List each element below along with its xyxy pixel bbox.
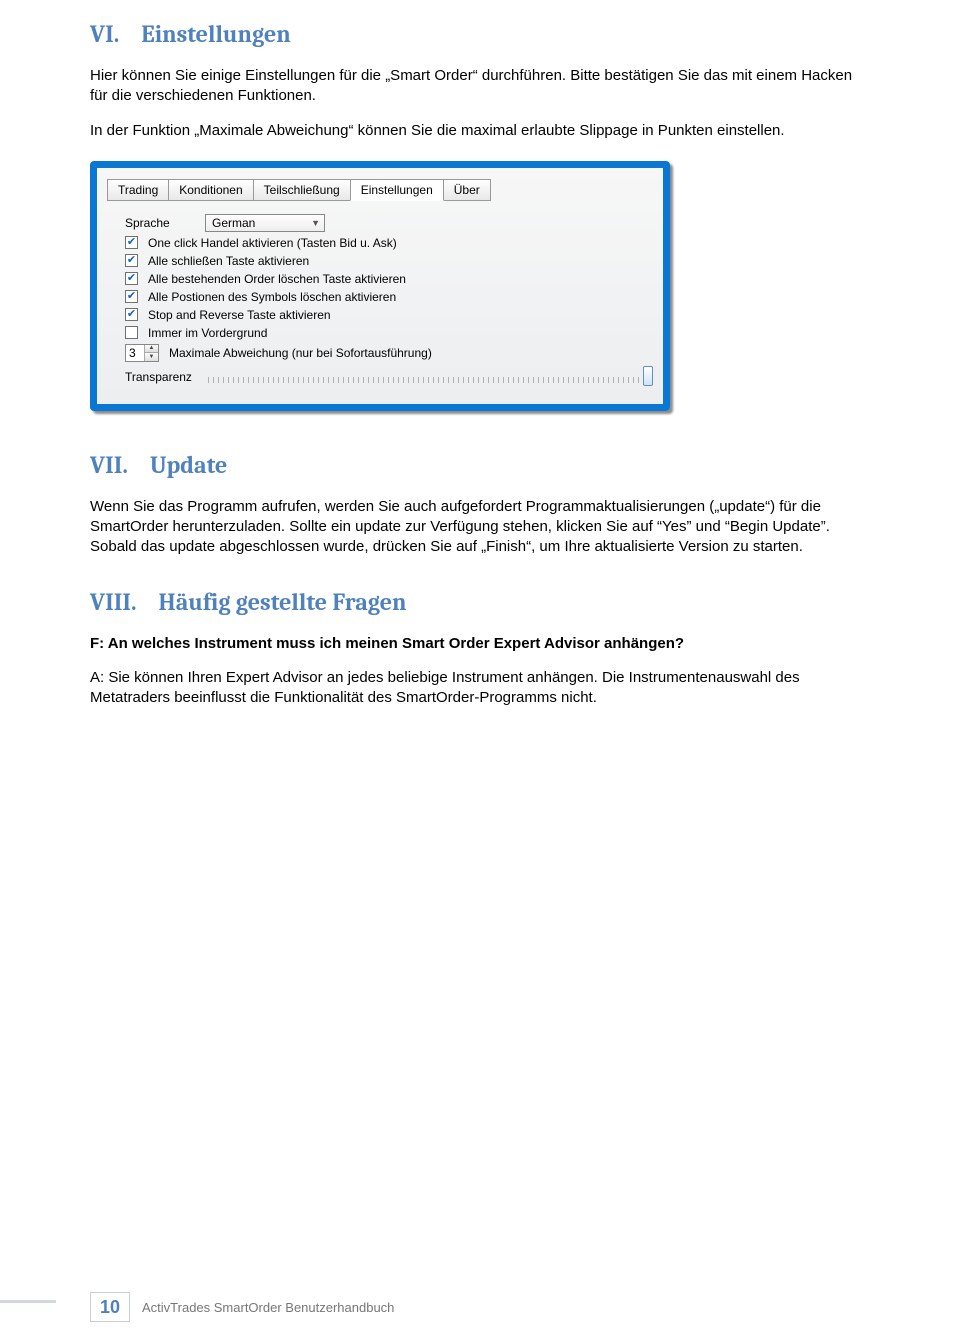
footer-text: ActivTrades SmartOrder Benutzerhandbuch: [142, 1300, 394, 1315]
spinner-buttons[interactable]: ▲ ▼: [144, 345, 158, 361]
settings-window: Trading Konditionen Teilschließung Einst…: [90, 161, 670, 411]
chevron-down-icon: ▼: [311, 218, 320, 228]
page-number: 10: [90, 1292, 130, 1322]
section7-para: Wenn Sie das Programm aufrufen, werden S…: [90, 497, 870, 558]
combo-sprache[interactable]: German ▼: [205, 214, 325, 232]
checkbox-stopreverse[interactable]: ✔: [125, 308, 138, 321]
slider-transparency[interactable]: [208, 368, 653, 386]
checkbox-stopreverse-label: Stop and Reverse Taste aktivieren: [148, 308, 331, 322]
row-check-3: ✔ Alle Postionen des Symbols löschen akt…: [125, 290, 653, 304]
checkbox-closeall[interactable]: ✔: [125, 254, 138, 267]
row-check-2: ✔ Alle bestehenden Order löschen Taste a…: [125, 272, 653, 286]
combo-sprache-value: German: [212, 216, 255, 230]
row-transparency: Transparenz: [125, 368, 653, 386]
heading-vi: VI. Einstellungen: [90, 20, 870, 48]
heading-vii-title: Update: [150, 451, 227, 479]
spinner-down-icon[interactable]: ▼: [144, 353, 158, 361]
settings-window-frame: Trading Konditionen Teilschließung Einst…: [90, 161, 670, 411]
heading-viii-num: VIII.: [90, 588, 136, 616]
checkbox-alwaysontop-label: Immer im Vordergrund: [148, 326, 267, 340]
faq-q-text: F: An welches Instrument muss ich meinen…: [90, 635, 684, 652]
row-check-0: ✔ One click Handel aktivieren (Tasten Bi…: [125, 236, 653, 250]
heading-vii-num: VII.: [90, 451, 128, 479]
row-check-4: ✔ Stop and Reverse Taste aktivieren: [125, 308, 653, 322]
checkbox-closeall-label: Alle schließen Taste aktivieren: [148, 254, 309, 268]
tab-einstellungen[interactable]: Einstellungen: [350, 179, 444, 201]
checkbox-deleteorders[interactable]: ✔: [125, 272, 138, 285]
row-sprache: Sprache German ▼: [125, 214, 653, 232]
label-sprache: Sprache: [125, 216, 195, 230]
tab-ueber[interactable]: Über: [443, 179, 491, 201]
spinner-label: Maximale Abweichung (nur bei Sofortausfü…: [169, 346, 432, 360]
checkbox-delpositions-label: Alle Postionen des Symbols löschen aktiv…: [148, 290, 396, 304]
row-check-5: Immer im Vordergrund: [125, 326, 653, 340]
checkbox-alwaysontop[interactable]: [125, 326, 138, 339]
heading-vii: VII. Update: [90, 451, 870, 479]
heading-viii-title: Häufig gestellte Fragen: [158, 588, 406, 616]
checkbox-delpositions[interactable]: ✔: [125, 290, 138, 303]
spinner-maxdeviation[interactable]: 3 ▲ ▼: [125, 344, 159, 362]
heading-vi-num: VI.: [90, 20, 119, 48]
row-spin: 3 ▲ ▼ Maximale Abweichung (nur bei Sofor…: [125, 344, 653, 362]
spinner-up-icon[interactable]: ▲: [144, 345, 158, 353]
slider-thumb[interactable]: [643, 366, 653, 386]
checkbox-oneclick[interactable]: ✔: [125, 236, 138, 249]
tab-trading[interactable]: Trading: [107, 179, 169, 201]
page-footer: 10 ActivTrades SmartOrder Benutzerhandbu…: [90, 1292, 870, 1322]
slider-ticks: [208, 377, 653, 383]
tab-teilschliessung[interactable]: Teilschließung: [253, 179, 351, 201]
faq-question: F: An welches Instrument muss ich meinen…: [90, 634, 870, 654]
checkbox-deleteorders-label: Alle bestehenden Order löschen Taste akt…: [148, 272, 406, 286]
faq-answer: A: Sie können Ihren Expert Advisor an je…: [90, 668, 870, 709]
checkbox-oneclick-label: One click Handel aktivieren (Tasten Bid …: [148, 236, 397, 250]
heading-viii: VIII. Häufig gestellte Fragen: [90, 588, 870, 616]
tab-konditionen[interactable]: Konditionen: [168, 179, 253, 201]
label-transparency: Transparenz: [125, 370, 192, 384]
heading-vi-title: Einstellungen: [141, 20, 290, 48]
footer-bar: [0, 1300, 56, 1303]
section6-para2: In der Funktion „Maximale Abweichung“ kö…: [90, 121, 870, 141]
row-check-1: ✔ Alle schließen Taste aktivieren: [125, 254, 653, 268]
spinner-value: 3: [126, 345, 144, 361]
section6-para1: Hier können Sie einige Einstellungen für…: [90, 66, 870, 107]
tabs-bar: Trading Konditionen Teilschließung Einst…: [107, 178, 653, 200]
